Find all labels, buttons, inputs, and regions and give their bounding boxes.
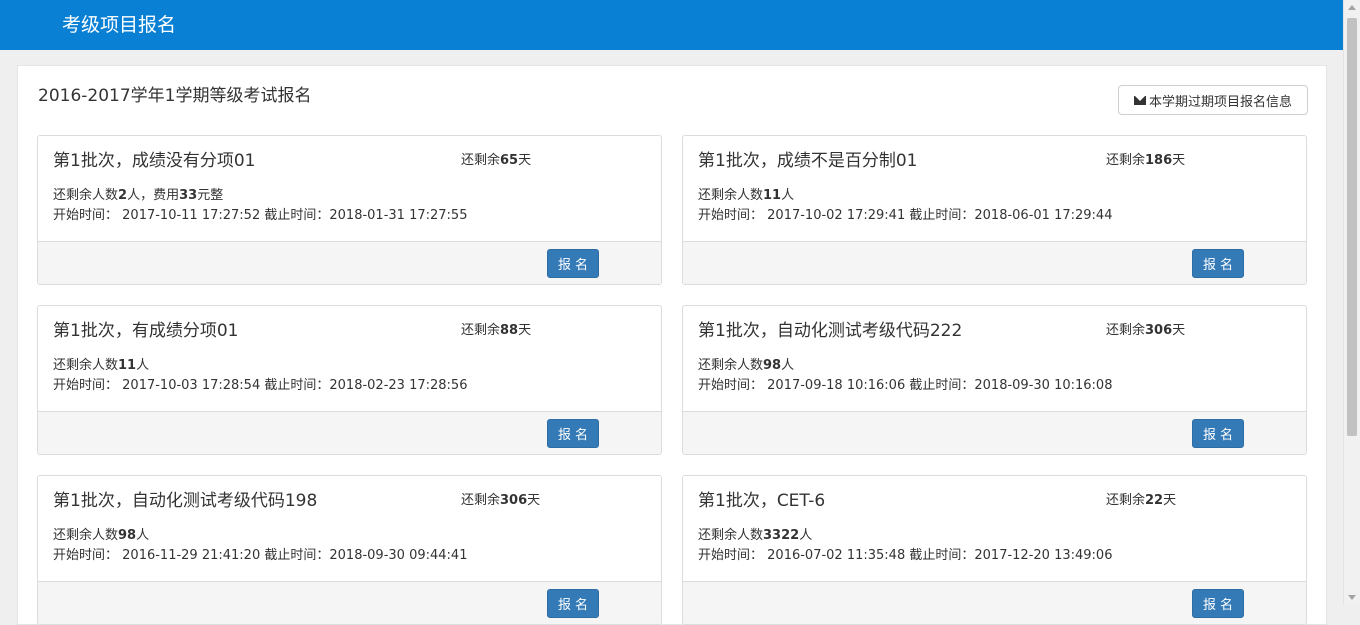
exam-batch-name: 第1批次，成绩不是百分制01 xyxy=(698,151,918,171)
exam-batch-name: 第1批次，成绩没有分项01 xyxy=(53,151,256,171)
expired-signup-info-button[interactable]: 本学期过期项目报名信息 xyxy=(1118,85,1308,115)
exam-card: 第1批次，有成绩分项01 还剩余88天 还剩余人数11人 开始时间： 2017-… xyxy=(37,305,662,455)
exam-card: 第1批次，CET-6 还剩余22天 还剩余人数3322人 开始时间： 2016-… xyxy=(682,475,1307,625)
remaining-quota: 还剩余人数11人 xyxy=(53,358,150,373)
scrollbar-thumb[interactable] xyxy=(1347,18,1357,436)
remaining-days: 还剩余306天 xyxy=(1106,323,1186,338)
exam-batch-name: 第1批次，自动化测试考级代码222 xyxy=(698,321,963,341)
page-title: 2016-2017学年1学期等级考试报名 xyxy=(38,86,312,106)
signup-button[interactable]: 报名 xyxy=(547,589,599,618)
scroll-up-icon[interactable] xyxy=(1348,5,1356,10)
remaining-quota: 还剩余人数3322人 xyxy=(698,528,813,543)
signup-button[interactable]: 报名 xyxy=(1192,589,1244,618)
signup-button[interactable]: 报名 xyxy=(1192,419,1244,448)
card-footer: 报名 xyxy=(683,241,1306,284)
scroll-down-icon[interactable] xyxy=(1348,595,1356,600)
remaining-quota: 还剩余人数98人 xyxy=(698,358,795,373)
exam-card: 第1批次，成绩没有分项01 还剩余65天 还剩余人数2人，费用33元整 开始时间… xyxy=(37,135,662,285)
exam-card: 第1批次，成绩不是百分制01 还剩余186天 还剩余人数11人 开始时间： 20… xyxy=(682,135,1307,285)
signup-period: 开始时间： 2017-09-18 10:16:06 截止时间：2018-09-3… xyxy=(698,378,1113,393)
remaining-days: 还剩余22天 xyxy=(1106,493,1177,508)
remaining-days: 还剩余88天 xyxy=(461,323,532,338)
signup-period: 开始时间： 2017-10-03 17:28:54 截止时间：2018-02-2… xyxy=(53,378,468,393)
signup-button[interactable]: 报名 xyxy=(547,419,599,448)
signup-period: 开始时间： 2017-10-11 17:27:52 截止时间：2018-01-3… xyxy=(53,208,468,223)
card-footer: 报名 xyxy=(38,241,661,284)
app-title: 考级项目报名 xyxy=(62,14,177,36)
remaining-quota: 还剩余人数11人 xyxy=(698,188,795,203)
remaining-days: 还剩余186天 xyxy=(1106,153,1186,168)
main-panel: 2016-2017学年1学期等级考试报名 本学期过期项目报名信息 第1批次，成绩… xyxy=(17,65,1327,625)
remaining-days: 还剩余65天 xyxy=(461,153,532,168)
signup-button[interactable]: 报名 xyxy=(547,249,599,278)
exam-batch-name: 第1批次，有成绩分项01 xyxy=(53,321,239,341)
exam-card: 第1批次，自动化测试考级代码222 还剩余306天 还剩余人数98人 开始时间：… xyxy=(682,305,1307,455)
exam-batch-name: 第1批次，自动化测试考级代码198 xyxy=(53,491,318,511)
signup-period: 开始时间： 2017-10-02 17:29:41 截止时间：2018-06-0… xyxy=(698,208,1113,223)
envelope-icon xyxy=(1133,95,1146,105)
top-navbar: 考级项目报名 xyxy=(0,0,1343,50)
exam-batch-name: 第1批次，CET-6 xyxy=(698,491,826,511)
vertical-scrollbar[interactable] xyxy=(1343,0,1360,605)
exam-card: 第1批次，自动化测试考级代码198 还剩余306天 还剩余人数98人 开始时间：… xyxy=(37,475,662,625)
card-footer: 报名 xyxy=(683,581,1306,624)
card-footer: 报名 xyxy=(38,581,661,624)
card-footer: 报名 xyxy=(683,411,1306,454)
expired-signup-info-label: 本学期过期项目报名信息 xyxy=(1148,94,1292,110)
signup-period: 开始时间： 2016-07-02 11:35:48 截止时间：2017-12-2… xyxy=(698,548,1113,563)
signup-period: 开始时间： 2016-11-29 21:41:20 截止时间：2018-09-3… xyxy=(53,548,468,563)
signup-button[interactable]: 报名 xyxy=(1192,249,1244,278)
remaining-days: 还剩余306天 xyxy=(461,493,541,508)
remaining-quota: 还剩余人数98人 xyxy=(53,528,150,543)
card-footer: 报名 xyxy=(38,411,661,454)
remaining-quota: 还剩余人数2人，费用33元整 xyxy=(53,188,224,203)
